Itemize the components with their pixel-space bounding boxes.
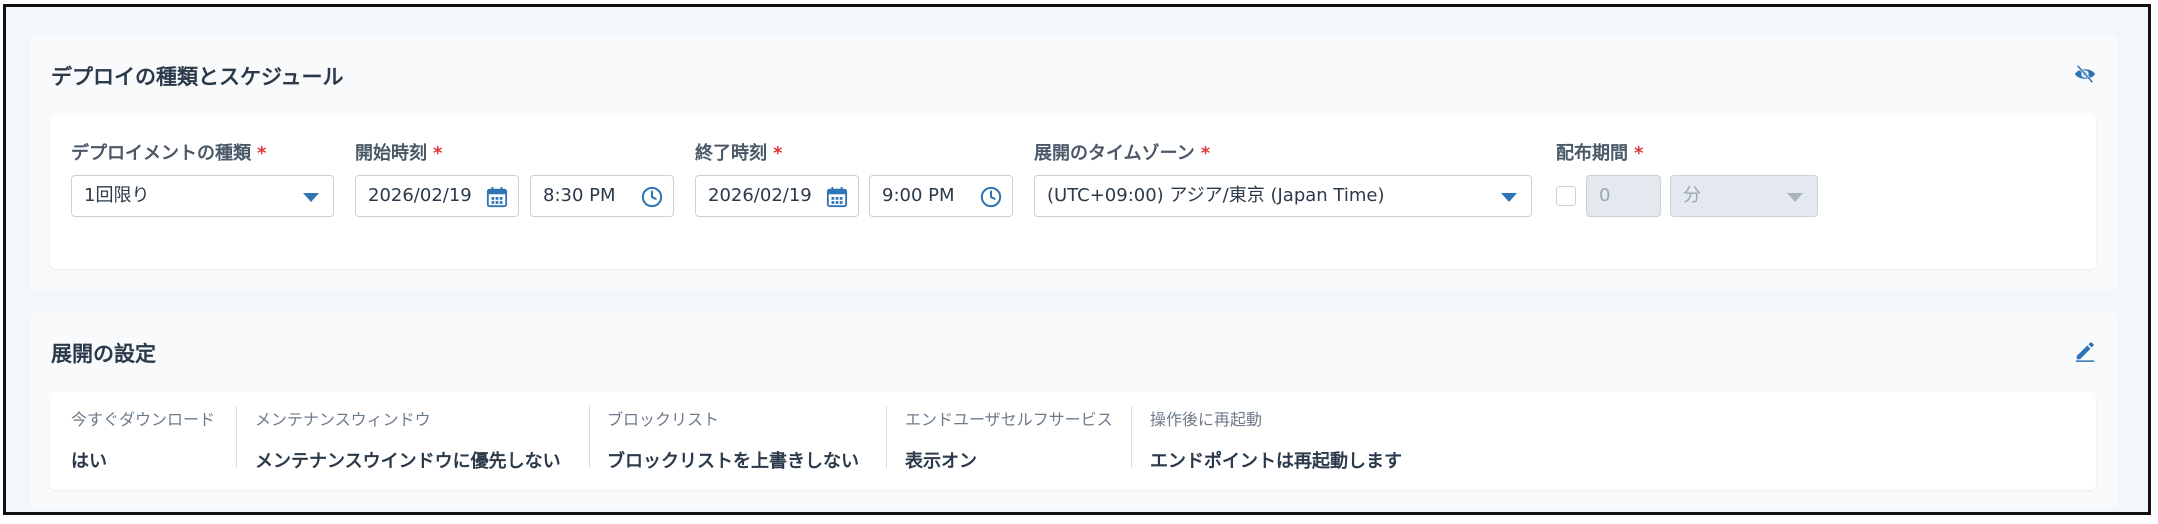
deploy-type-value: 1回限り bbox=[84, 185, 150, 206]
chevron-down-icon bbox=[1787, 193, 1803, 202]
chevron-down-icon bbox=[1501, 193, 1517, 202]
timezone-select[interactable]: (UTC+09:00) アジア/東京 (Japan Time) bbox=[1034, 175, 1532, 217]
deploy-type-select[interactable]: 1回限り bbox=[71, 175, 334, 217]
setting-restart-after: 操作後に再起動 エンドポイントは再起動します bbox=[1150, 410, 1402, 472]
timezone-label: 展開のタイムゾーン * bbox=[1034, 143, 1211, 164]
column-divider bbox=[1131, 406, 1132, 468]
deployment-settings-section: 展開の設定 今すぐダウンロード はい メンテナンスウィンドウ メンテナンスウイン… bbox=[30, 312, 2118, 508]
setting-blocklist: ブロックリスト ブロックリストを上書きしない bbox=[607, 410, 859, 472]
end-time-input[interactable]: 9:00 PM bbox=[869, 175, 1013, 217]
duration-input[interactable]: 0 bbox=[1586, 175, 1661, 217]
column-divider bbox=[589, 406, 590, 468]
duration-unit-value: 分 bbox=[1683, 185, 1701, 206]
clock-icon[interactable] bbox=[641, 186, 663, 208]
timezone-value: (UTC+09:00) アジア/東京 (Japan Time) bbox=[1047, 185, 1385, 206]
calendar-icon[interactable] bbox=[826, 186, 848, 208]
chevron-down-icon bbox=[303, 193, 319, 202]
deployment-settings-title: 展開の設定 bbox=[51, 342, 156, 366]
calendar-icon[interactable] bbox=[486, 186, 508, 208]
setting-maintenance-window: メンテナンスウィンドウ メンテナンスウインドウに優先しない bbox=[255, 410, 561, 472]
deployment-settings-card: 今すぐダウンロード はい メンテナンスウィンドウ メンテナンスウインドウに優先し… bbox=[50, 392, 2096, 490]
duration-label: 配布期間 * bbox=[1556, 143, 1644, 164]
schedule-section-title: デプロイの種類とスケジュール bbox=[51, 65, 344, 89]
end-time-value: 9:00 PM bbox=[882, 185, 955, 206]
schedule-card: デプロイメントの種類 * 1回限り 開始時刻 * 2026/02/19 8:30… bbox=[50, 113, 2096, 269]
schedule-section: デプロイの種類とスケジュール デプロイメントの種類 * 1回限り 開始時刻 * 20… bbox=[30, 35, 2118, 291]
window-frame: デプロイの種類とスケジュール デプロイメントの種類 * 1回限り 開始時刻 * 20… bbox=[3, 4, 2151, 515]
end-date-input[interactable]: 2026/02/19 bbox=[695, 175, 859, 217]
start-time-value: 8:30 PM bbox=[543, 185, 616, 206]
setting-download-now: 今すぐダウンロード はい bbox=[71, 410, 216, 472]
start-date-input[interactable]: 2026/02/19 bbox=[355, 175, 519, 217]
clock-icon[interactable] bbox=[980, 186, 1002, 208]
column-divider bbox=[886, 406, 887, 468]
duration-value: 0 bbox=[1599, 185, 1611, 206]
end-date-value: 2026/02/19 bbox=[708, 185, 812, 206]
end-time-label: 終了時刻 * bbox=[695, 143, 783, 164]
eye-slash-icon[interactable] bbox=[2074, 63, 2096, 85]
start-time-label: 開始時刻 * bbox=[355, 143, 443, 164]
start-time-input[interactable]: 8:30 PM bbox=[530, 175, 674, 217]
start-date-value: 2026/02/19 bbox=[368, 185, 472, 206]
deploy-type-label: デプロイメントの種類 * bbox=[71, 143, 267, 164]
duration-checkbox[interactable] bbox=[1556, 186, 1576, 206]
pencil-icon[interactable] bbox=[2074, 340, 2096, 362]
setting-self-service: エンドユーザセルフサービス 表示オン bbox=[905, 410, 1113, 472]
duration-unit-select[interactable]: 分 bbox=[1670, 175, 1818, 217]
column-divider bbox=[236, 406, 237, 468]
